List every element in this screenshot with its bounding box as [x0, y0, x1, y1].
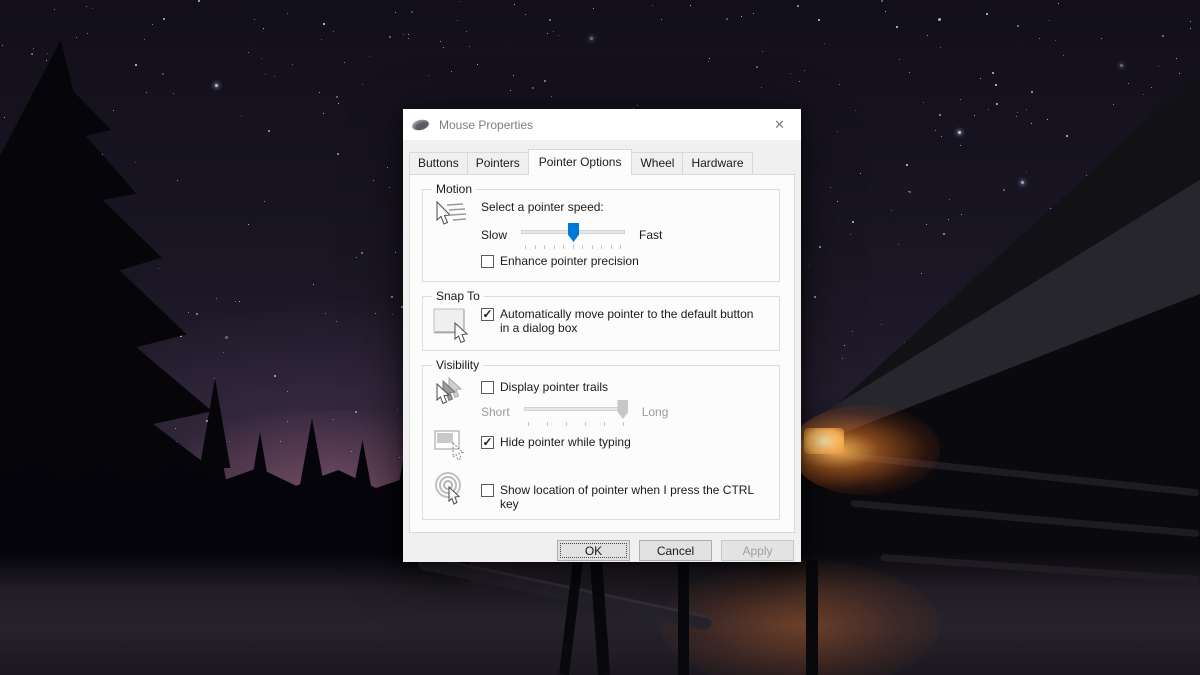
apply-button: Apply [721, 540, 794, 561]
snap-to-icon [433, 307, 481, 347]
slow-label: Slow [481, 228, 507, 242]
fast-label: Fast [639, 228, 662, 242]
snap-to-checkbox[interactable]: ✓ [481, 308, 494, 321]
pointer-trails-icon [433, 376, 481, 425]
snap-to-group: Snap To ✓ Automatically move pointer to … [422, 296, 780, 351]
motion-group: Motion Select a pointer speed: Slow [422, 189, 780, 282]
pointer-speed-icon [433, 200, 481, 268]
tab-buttons[interactable]: Buttons [409, 152, 468, 175]
tab-wheel[interactable]: Wheel [631, 152, 683, 175]
visibility-group-label: Visibility [432, 358, 483, 372]
hide-while-typing-label[interactable]: Hide pointer while typing [500, 435, 631, 449]
enhance-precision-checkbox[interactable] [481, 255, 494, 268]
show-ctrl-location-label[interactable]: Show location of pointer when I press th… [500, 483, 769, 511]
fence-post [678, 556, 689, 675]
cabin-window [804, 428, 844, 454]
display-trails-label[interactable]: Display pointer trails [500, 380, 608, 394]
hide-while-typing-checkbox[interactable]: ✓ [481, 436, 494, 449]
tab-hardware[interactable]: Hardware [682, 152, 752, 175]
enhance-precision-label[interactable]: Enhance pointer precision [500, 254, 639, 268]
ctrl-locate-icon [433, 471, 481, 511]
dialog-button-row: OK Cancel Apply [403, 540, 794, 561]
tab-page-pointer-options: Motion Select a pointer speed: Slow [409, 174, 795, 533]
fence-post [806, 560, 818, 675]
show-ctrl-location-checkbox[interactable] [481, 484, 494, 497]
snap-to-group-label: Snap To [432, 289, 484, 303]
tab-strip: Buttons Pointers Pointer Options Wheel H… [403, 148, 801, 174]
slider-thumb[interactable] [568, 223, 579, 242]
display-trails-checkbox[interactable] [481, 381, 494, 394]
tab-pointers[interactable]: Pointers [467, 152, 529, 175]
cancel-button[interactable]: Cancel [639, 540, 712, 561]
dialog-title: Mouse Properties [439, 118, 767, 132]
dialog-titlebar[interactable]: Mouse Properties ✕ [403, 109, 801, 140]
ok-button[interactable]: OK [557, 540, 630, 561]
snap-to-label[interactable]: Automatically move pointer to the defaul… [500, 307, 762, 335]
pointer-speed-slider[interactable] [521, 222, 625, 248]
close-icon[interactable]: ✕ [767, 115, 792, 135]
visibility-group: Visibility Display pointer trails [422, 365, 780, 520]
trail-length-slider [524, 399, 628, 425]
slider-thumb [617, 400, 628, 419]
motion-group-label: Motion [432, 182, 476, 196]
mouse-properties-dialog: Mouse Properties ✕ Buttons Pointers Poin… [403, 109, 801, 562]
short-label: Short [481, 405, 510, 419]
tab-pointer-options[interactable]: Pointer Options [528, 149, 633, 175]
pointer-speed-label: Select a pointer speed: [481, 200, 769, 214]
mouse-icon [411, 118, 430, 132]
long-label: Long [642, 405, 669, 419]
hide-pointer-icon [433, 429, 481, 461]
